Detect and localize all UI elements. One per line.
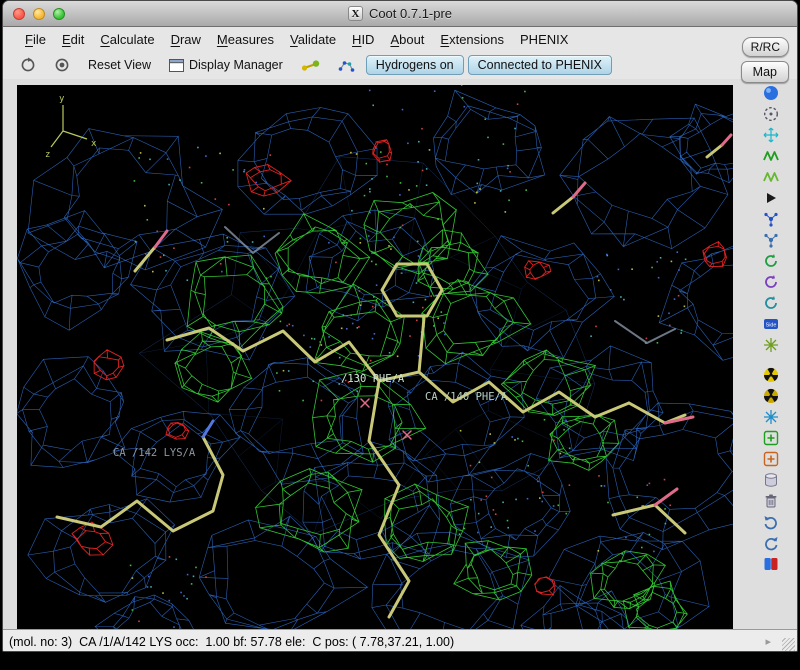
menu-validate[interactable]: Validate	[282, 30, 344, 49]
hydrogens-toggle-button[interactable]: Hydrogens on	[366, 55, 464, 75]
density-scene	[17, 85, 733, 629]
add-alt-conf-icon[interactable]	[756, 448, 786, 469]
peptide-cylinder-icon[interactable]	[756, 469, 786, 490]
app-window: X Coot 0.7.1-pre FileEditCalculateDrawMe…	[2, 0, 798, 652]
window-title-area: X Coot 0.7.1-pre	[348, 6, 452, 21]
resize-grip[interactable]	[782, 638, 795, 651]
jligand-icon[interactable]	[756, 406, 786, 427]
record-view-button[interactable]	[47, 54, 77, 76]
reset-view-button[interactable]: Reset View	[81, 55, 158, 75]
menu-draw[interactable]: Draw	[163, 30, 209, 49]
menu-hid[interactable]: HID	[344, 30, 382, 49]
menubar: FileEditCalculateDrawMeasuresValidateHID…	[3, 27, 797, 51]
clock-icon[interactable]	[756, 103, 786, 124]
map-button[interactable]: Map	[741, 61, 789, 83]
record-icon	[54, 57, 70, 73]
delete-icon[interactable]	[756, 490, 786, 511]
axes-widget: y x z	[43, 89, 113, 161]
rotamers-icon[interactable]	[756, 250, 786, 271]
gl-canvas[interactable]: y x z /130 PHE/A CA /140 PHE/A CA /142 L…	[17, 85, 733, 629]
torsion-general-icon[interactable]	[756, 292, 786, 313]
menu-about[interactable]: About	[382, 30, 432, 49]
statusbar-expand-icon[interactable]: ▸	[765, 635, 771, 648]
toolbar: Reset View Display Manager H	[3, 51, 797, 79]
auto-fit-rotamer-icon[interactable]	[756, 229, 786, 250]
titlebar[interactable]: X Coot 0.7.1-pre	[3, 1, 797, 27]
ligand-icon	[338, 58, 355, 72]
refresh-icon	[20, 57, 36, 73]
svg-text:Side: Side	[766, 322, 777, 328]
add-terminal-residue-icon[interactable]	[756, 427, 786, 448]
sphere-icon[interactable]	[756, 82, 786, 103]
real-space-refine-icon[interactable]	[756, 145, 786, 166]
statusbar: (mol. no: 3) CA /1/A/142 LYS occ: 1.00 b…	[3, 629, 797, 652]
right-toolbar: Side	[745, 79, 797, 629]
radiation-icon[interactable]	[756, 385, 786, 406]
mutate-icon[interactable]	[756, 334, 786, 355]
rotate-translate-icon[interactable]	[756, 208, 786, 229]
axis-y-label: y	[59, 94, 65, 104]
phenix-connection-button[interactable]: Connected to PHENIX	[468, 55, 612, 75]
zoom-button[interactable]	[53, 8, 65, 20]
go-to-atom-icon	[301, 59, 320, 72]
menu-calculate[interactable]: Calculate	[92, 30, 162, 49]
redo-icon[interactable]	[756, 532, 786, 553]
window-title: Coot 0.7.1-pre	[369, 6, 452, 21]
window-icon	[169, 59, 184, 72]
main-area: y x z /130 PHE/A CA /140 PHE/A CA /142 L…	[3, 79, 797, 629]
menu-phenix[interactable]: PHENIX	[512, 30, 576, 49]
minimize-button[interactable]	[33, 8, 45, 20]
edit-chi-angles-icon[interactable]	[756, 271, 786, 292]
refresh-view-button[interactable]	[13, 54, 43, 76]
rrc-button[interactable]: R/RC	[742, 37, 789, 57]
traffic-lights	[13, 8, 65, 20]
move-axes-icon[interactable]	[756, 124, 786, 145]
side-chain-icon[interactable]: Side	[756, 313, 786, 334]
issues-flag-icon[interactable]	[756, 553, 786, 574]
status-text: (mol. no: 3) CA /1/A/142 LYS occ: 1.00 b…	[9, 635, 454, 649]
regularize-icon[interactable]	[756, 166, 786, 187]
symmetry-icon[interactable]	[756, 364, 786, 385]
go-to-atom-button[interactable]	[294, 56, 327, 75]
menu-file[interactable]: File	[17, 30, 54, 49]
menu-edit[interactable]: Edit	[54, 30, 92, 49]
side-buttons: R/RC Map	[741, 37, 789, 83]
display-manager-button[interactable]: Display Manager	[162, 55, 290, 75]
close-button[interactable]	[13, 8, 25, 20]
play-icon[interactable]	[756, 187, 786, 208]
menu-measures[interactable]: Measures	[209, 30, 282, 49]
menu-extensions[interactable]: Extensions	[432, 30, 512, 49]
axis-z-label: z	[45, 150, 50, 160]
axis-x-label: x	[91, 139, 97, 149]
ligand-builder-button[interactable]	[331, 55, 362, 75]
x11-app-icon: X	[348, 6, 363, 21]
undo-icon[interactable]	[756, 511, 786, 532]
display-manager-label: Display Manager	[189, 58, 283, 72]
